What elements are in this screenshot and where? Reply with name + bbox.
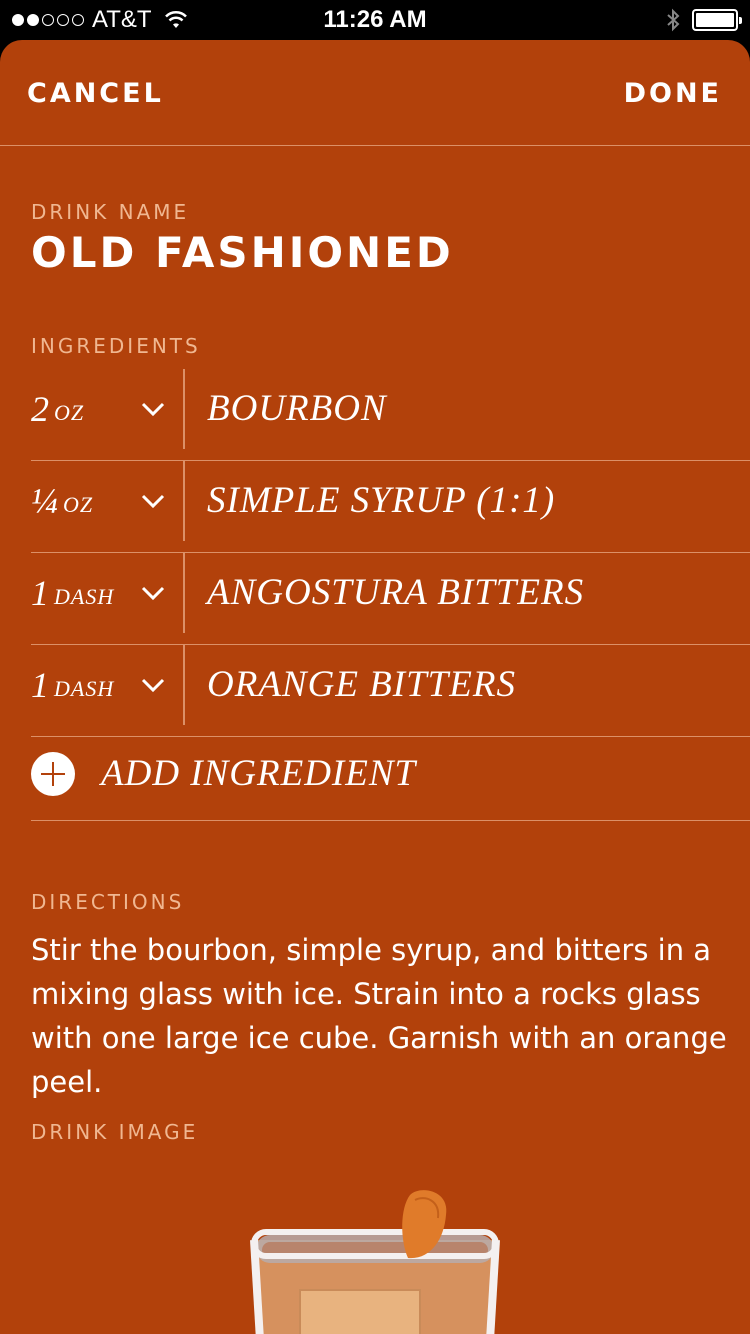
row-divider: [183, 645, 185, 725]
drink-image-label: DRINK IMAGE: [31, 1120, 199, 1144]
chevron-down-icon[interactable]: [141, 673, 165, 697]
chevron-down-icon[interactable]: [141, 397, 165, 421]
plus-circle-icon: [31, 752, 75, 796]
status-time: 11:26 AM: [323, 6, 427, 33]
ingredient-name-field[interactable]: BOURBON: [207, 369, 387, 449]
quantity-amount: ¼: [31, 481, 58, 521]
edit-drink-sheet: CANCEL DONE DRINK NAME OLD FASHIONED ING…: [0, 40, 750, 1334]
quantity-unit: DASH: [54, 676, 115, 701]
ingredients-label: INGREDIENTS: [31, 334, 201, 358]
ingredient-row: ¼ OZ SIMPLE SYRUP (1:1): [31, 461, 750, 553]
nav-bar: CANCEL DONE: [0, 40, 750, 146]
quantity-unit: DASH: [54, 584, 115, 609]
ingredient-row: 1 DASH ORANGE BITTERS: [31, 645, 750, 737]
ingredient-row: 1 DASH ANGOSTURA BITTERS: [31, 553, 750, 645]
done-button[interactable]: DONE: [624, 78, 722, 109]
drink-image-picker[interactable]: [240, 1180, 520, 1334]
drink-name-field[interactable]: OLD FASHIONED: [31, 228, 454, 277]
directions-field[interactable]: Stir the bourbon, simple syrup, and bitt…: [31, 928, 731, 1104]
battery-icon: [692, 9, 742, 31]
bluetooth-icon: [667, 8, 680, 32]
rocks-glass-illustration: [250, 1190, 500, 1334]
quantity-amount: 2: [31, 389, 49, 429]
ingredient-name-field[interactable]: ANGOSTURA BITTERS: [207, 553, 584, 633]
quantity-unit: OZ: [63, 492, 94, 517]
add-ingredient-label: ADD INGREDIENT: [101, 753, 417, 794]
quantity-amount: 1: [31, 573, 49, 613]
chevron-down-icon[interactable]: [141, 489, 165, 513]
row-divider: [183, 461, 185, 541]
ingredient-row: 2 OZ BOURBON: [31, 369, 750, 461]
quantity-unit: OZ: [54, 400, 85, 425]
chevron-down-icon[interactable]: [141, 581, 165, 605]
row-divider: [183, 369, 185, 449]
row-divider: [183, 553, 185, 633]
ingredient-name-field[interactable]: SIMPLE SYRUP (1:1): [207, 461, 555, 541]
status-bar: AT&T 11:26 AM: [0, 0, 750, 40]
cancel-button[interactable]: CANCEL: [27, 78, 164, 109]
drink-name-label: DRINK NAME: [31, 200, 190, 224]
ingredient-name-field[interactable]: ORANGE BITTERS: [207, 645, 516, 725]
quantity-amount: 1: [31, 665, 49, 705]
add-ingredient-button[interactable]: ADD INGREDIENT: [31, 727, 750, 821]
directions-label: DIRECTIONS: [31, 890, 185, 914]
status-right: [666, 8, 742, 32]
